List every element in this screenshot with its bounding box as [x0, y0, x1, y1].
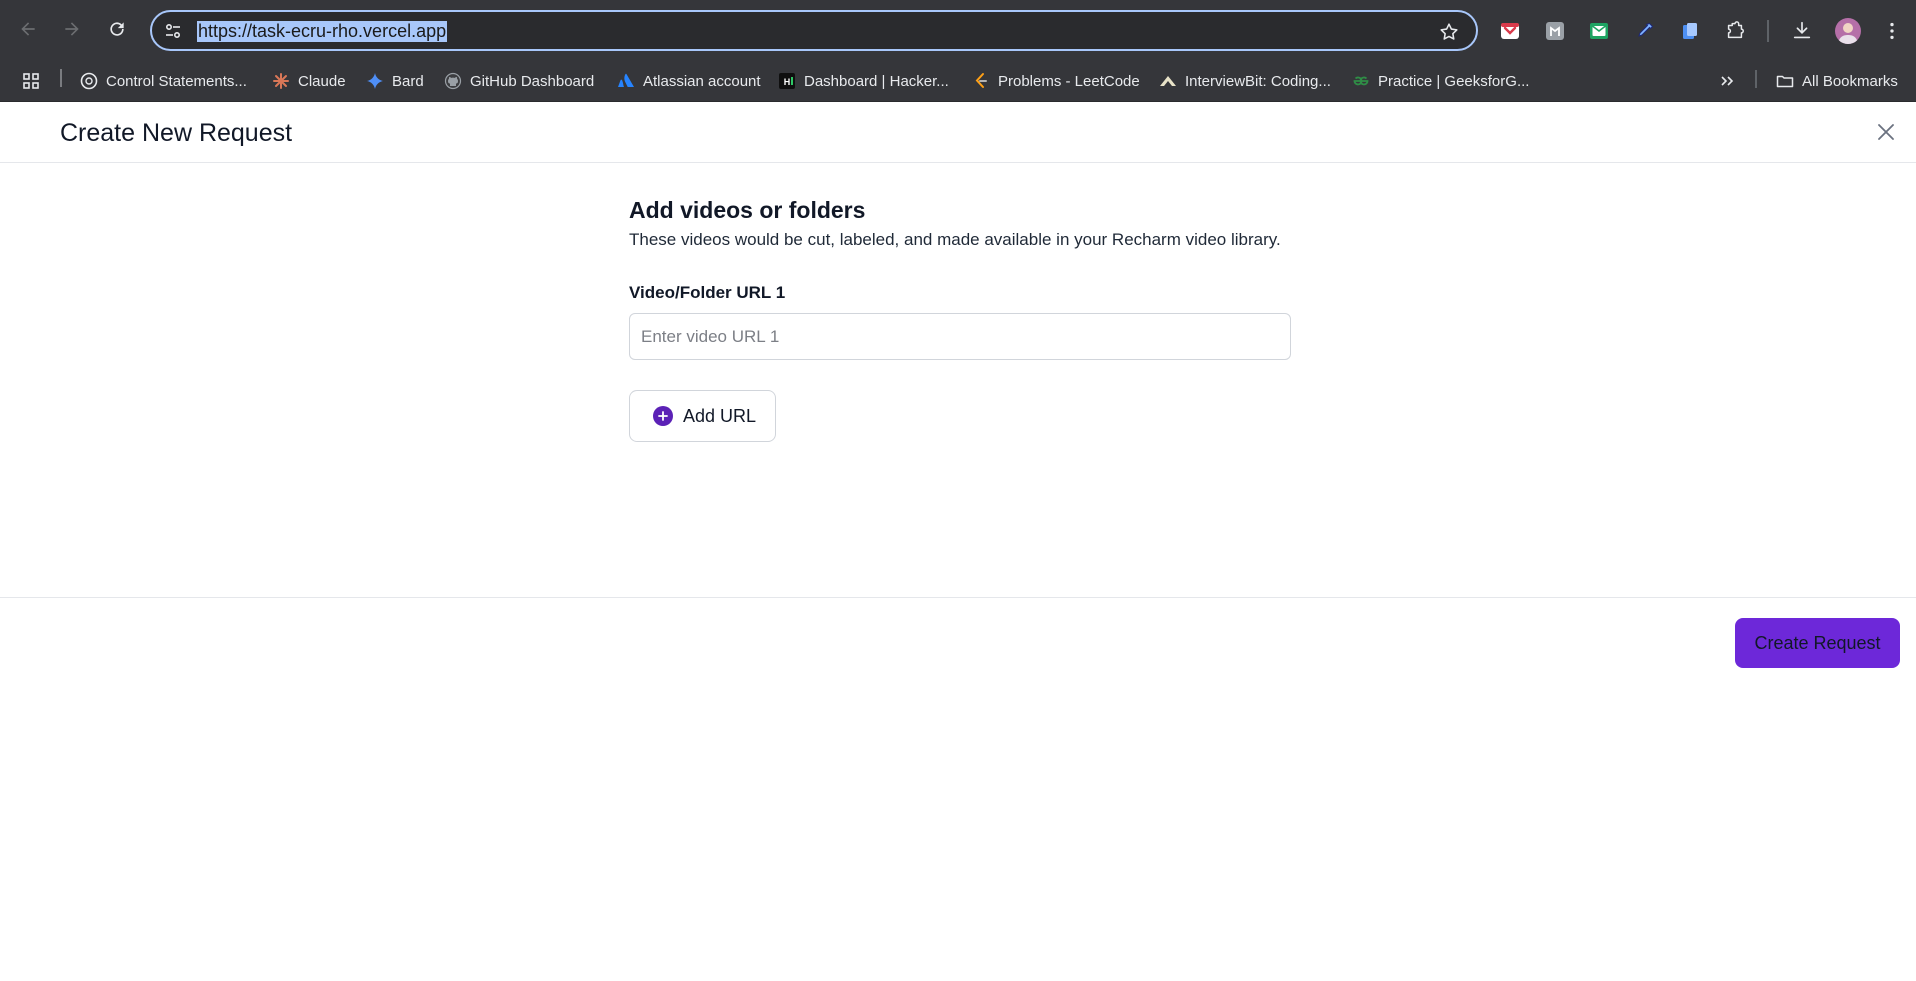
chevron-double-right-icon	[1718, 72, 1736, 90]
page-header: Create New Request	[0, 102, 1916, 163]
bookmark-8[interactable]: Practice | GeeksforG...	[1352, 65, 1529, 97]
bookmark-label: Bard	[392, 72, 424, 90]
plus-circle-icon	[653, 406, 673, 426]
reload-button[interactable]	[101, 13, 133, 45]
section-description: These videos would be cut, labeled, and …	[629, 230, 1281, 249]
create-request-button[interactable]: Create Request	[1735, 618, 1900, 668]
hackerrank-icon: H	[778, 72, 796, 90]
bookmark-label: Control Statements...	[106, 72, 247, 90]
arrow-right-icon	[65, 22, 79, 36]
extension-pocket-icon[interactable]	[1498, 19, 1522, 43]
toolbar-divider	[1767, 20, 1769, 42]
bookmarks-divider-right	[1755, 70, 1757, 88]
bookmark-3[interactable]: GitHub Dashboard	[444, 65, 594, 97]
apps-grid-icon	[22, 72, 40, 90]
interviewbit-icon	[1159, 72, 1177, 90]
bookmarks-bar: Control Statements... Claude Bard GitHub…	[0, 61, 1916, 102]
downloads-icon[interactable]	[1790, 19, 1814, 43]
url-field-label: Video/Folder URL 1	[629, 283, 786, 302]
bookmark-label: Problems - LeetCode	[998, 72, 1140, 90]
forward-button[interactable]	[56, 13, 88, 45]
bookmark-0[interactable]: Control Statements...	[80, 65, 247, 97]
browser-toolbar: https://task-ecru-rho.vercel.app	[0, 0, 1916, 61]
bookmark-label: GitHub Dashboard	[470, 72, 595, 90]
extensions-puzzle-icon[interactable]	[1723, 19, 1747, 43]
bookmark-4[interactable]: Atlassian account	[617, 65, 761, 97]
bard-sparkle-icon	[366, 72, 384, 90]
all-bookmarks-label: All Bookmarks	[1802, 72, 1898, 90]
request-form: Add videos or folders These videos would…	[629, 195, 1291, 442]
atlassian-icon	[617, 72, 635, 90]
profile-avatar[interactable]	[1835, 18, 1861, 44]
bookmark-2[interactable]: Bard	[366, 65, 424, 97]
site-settings-icon[interactable]	[163, 21, 183, 41]
footer-divider	[0, 597, 1916, 598]
arrow-left-icon	[21, 22, 35, 36]
folder-icon	[1776, 72, 1794, 90]
reload-icon	[110, 22, 124, 36]
geeksforgeeks-icon	[1352, 72, 1370, 90]
extension-doc-icon[interactable]	[1678, 19, 1702, 43]
all-bookmarks-button[interactable]: All Bookmarks	[1776, 65, 1898, 97]
more-bookmarks-button[interactable]	[1718, 65, 1736, 97]
video-url-input[interactable]	[629, 313, 1291, 360]
openai-icon	[80, 72, 98, 90]
bookmark-6[interactable]: Problems - LeetCode	[972, 65, 1140, 97]
apps-button[interactable]	[22, 65, 40, 97]
bookmark-1[interactable]: Claude	[272, 65, 346, 97]
bookmarks-divider	[60, 69, 62, 87]
bookmark-label: InterviewBit: Coding...	[1185, 72, 1331, 90]
bookmark-5[interactable]: H Dashboard | Hacker...	[778, 65, 949, 97]
extension-eyedropper-icon[interactable]	[1633, 19, 1657, 43]
browser-menu-icon[interactable]	[1880, 19, 1904, 43]
claude-icon	[272, 72, 290, 90]
extension-mail-icon[interactable]	[1587, 19, 1611, 43]
add-url-label: Add URL	[683, 405, 757, 426]
svg-text:H: H	[784, 77, 791, 87]
bookmark-7[interactable]: InterviewBit: Coding...	[1159, 65, 1331, 97]
extension-gray-icon[interactable]	[1543, 19, 1567, 43]
close-icon	[1878, 124, 1894, 140]
leetcode-icon	[972, 72, 990, 90]
close-button[interactable]	[1872, 118, 1900, 146]
bookmark-label: Claude	[298, 72, 346, 90]
github-icon	[444, 72, 462, 90]
address-bar[interactable]: https://task-ecru-rho.vercel.app	[150, 10, 1478, 51]
section-title: Add videos or folders	[629, 197, 866, 223]
add-url-button[interactable]: Add URL	[629, 390, 776, 442]
back-button[interactable]	[12, 13, 44, 45]
url-text[interactable]: https://task-ecru-rho.vercel.app	[197, 21, 448, 42]
bookmark-label: Dashboard | Hacker...	[804, 72, 949, 90]
bookmark-label: Atlassian account	[643, 72, 761, 90]
page-title: Create New Request	[60, 119, 293, 147]
bookmark-label: Practice | GeeksforG...	[1378, 72, 1530, 90]
bookmark-star-icon[interactable]	[1438, 21, 1460, 43]
